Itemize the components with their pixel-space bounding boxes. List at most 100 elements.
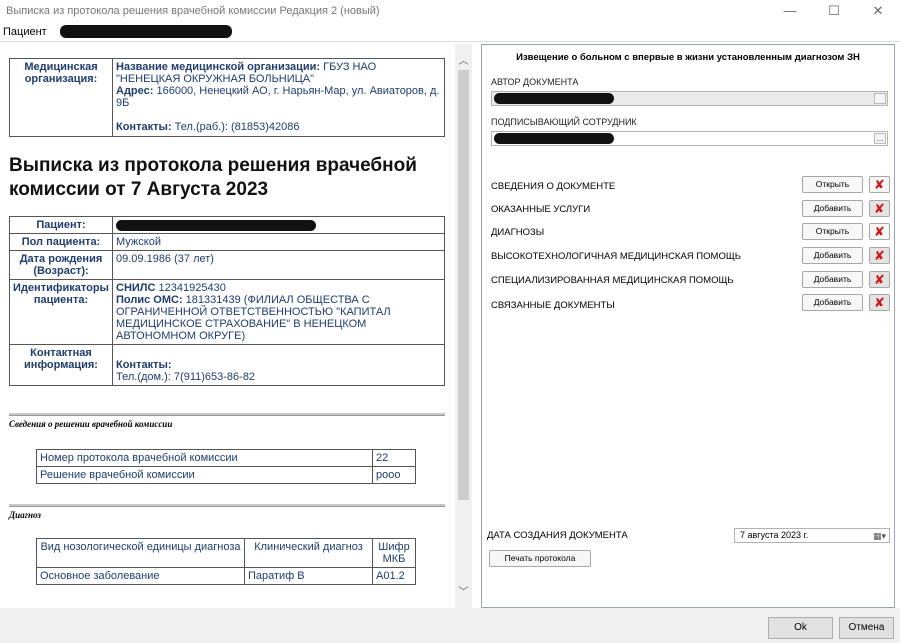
row-related-docs-label: СВЯЗАННЫЕ ДОКУМЕНТЫ <box>491 300 615 311</box>
diagnosis-header-clinical: Клинический диагноз <box>244 538 373 568</box>
row-specialized-label: СПЕЦИАЛИЗИРОВАННАЯ МЕДИЦИНСКАЯ ПОМОЩЬ <box>491 275 734 286</box>
author-label: АВТОР ДОКУМЕНТА <box>491 77 579 87</box>
open-diagnoses-button[interactable]: Открыть <box>802 223 863 240</box>
org-address-value: 166000, Ненецкий АО, г. Нарьян-Мар, ул. … <box>116 85 440 109</box>
delete-icon: ✘ <box>874 248 885 263</box>
ids-value: СНИЛС 12341925430 Полис ОМС: 181331439 (… <box>112 279 445 345</box>
diagnosis-header-code: Шифр МКБ <box>372 538 416 568</box>
open-document-info-button[interactable]: Открыть <box>802 176 863 193</box>
delete-icon: ✘ <box>874 272 885 287</box>
add-related-docs-button[interactable]: Добавить <box>802 294 863 311</box>
birth-label: Дата рождения (Возраст): <box>9 250 113 280</box>
row-hitech-label: ВЫСОКОТЕХНОЛОГИЧНАЯ МЕДИЦИНСКАЯ ПОМОЩЬ <box>491 251 741 262</box>
date-created-field[interactable]: 7 августа 2023 г. ▦▾ <box>734 528 890 543</box>
delete-document-info-button[interactable]: ✘ <box>869 176 890 193</box>
add-services-button[interactable]: Добавить <box>802 200 863 217</box>
notice-panel: Извещение о больном с впервые в жизни ус… <box>481 44 895 608</box>
contact-label: Контактная информация: <box>9 344 113 386</box>
org-contacts-label: Контакты: <box>116 121 172 133</box>
delete-icon: ✘ <box>874 295 885 310</box>
patient-name <box>112 216 445 234</box>
oms-label: Полис ОМС: <box>116 294 183 306</box>
birth-value: 09.09.1986 (37 лет) <box>112 250 445 280</box>
document-body: Медицинская организация: Название медици… <box>9 44 445 585</box>
diagnosis-clinical: Паратиф B <box>244 567 373 585</box>
commission-section-heading: Сведения о решении врачебной комиссии <box>9 419 173 429</box>
diagnosis-table: Вид нозологической единицы диагноза Клин… <box>36 538 416 585</box>
table-row: Основное заболевание Паратиф B A01.2 <box>36 567 416 585</box>
row-diagnoses-label: ДИАГНОЗЫ <box>491 227 545 238</box>
date-created-label: ДАТА СОЗДАНИЯ ДОКУМЕНТА <box>487 530 628 541</box>
sex-value: Мужской <box>112 233 445 251</box>
add-hitech-button[interactable]: Добавить <box>802 247 863 264</box>
delete-icon: ✘ <box>874 201 885 216</box>
redacted-signer <box>494 133 614 144</box>
delete-icon: ✘ <box>874 177 885 192</box>
main-window: Выписка из протокола решения врачебной к… <box>0 0 900 643</box>
delete-specialized-button[interactable]: ✘ <box>869 271 890 288</box>
window-title: Выписка из протокола решения врачебной к… <box>6 5 380 17</box>
org-info: Название медицинской организации: ГБУЗ Н… <box>112 58 445 137</box>
ids-label: Идентификаторы пациента: <box>9 279 113 345</box>
redacted-name <box>116 219 316 231</box>
author-field[interactable] <box>491 91 888 106</box>
author-picker-button[interactable] <box>874 93 886 104</box>
contact-phone: Тел.(дом.): 7(911)653-86-82 <box>116 371 256 383</box>
title-bar: Выписка из протокола решения врачебной к… <box>0 0 900 22</box>
patient-label: Пациент: <box>9 216 113 234</box>
ok-button[interactable]: Ok <box>768 617 833 639</box>
commission-row-value: 22 <box>372 449 416 467</box>
sex-label: Пол пациента: <box>9 233 113 251</box>
diagnosis-section: Диагноз Вид нозологической единицы диагн… <box>9 504 445 585</box>
diagnosis-kind: Основное заболевание <box>36 567 245 585</box>
delete-services-button[interactable]: ✘ <box>869 200 890 217</box>
scroll-down-icon[interactable]: ﹀ <box>455 585 472 601</box>
diagnosis-code: A01.2 <box>372 567 416 585</box>
scroll-up-icon[interactable]: ︿ <box>455 54 472 70</box>
delete-diagnoses-button[interactable]: ✘ <box>869 223 890 240</box>
table-row: Номер протокола врачебной комиссии 22 <box>36 449 416 467</box>
redacted-author <box>494 93 614 104</box>
row-services-label: ОКАЗАННЫЕ УСЛУГИ <box>491 204 591 215</box>
calendar-dropdown-icon[interactable]: ▦▾ <box>873 530 886 543</box>
snils-label: СНИЛС <box>116 282 156 294</box>
table-header-row: Вид нозологической единицы диагноза Клин… <box>36 538 416 568</box>
table-row: Решение врачебной комиссии рооо <box>36 466 416 484</box>
org-contacts-value: Тел.(раб.): (81853)42086 <box>174 121 300 133</box>
delete-related-docs-button[interactable]: ✘ <box>869 294 890 311</box>
tab-bar: Пациент <box>0 22 900 42</box>
signer-field[interactable]: ... <box>491 131 888 146</box>
contact-value: Контакты: Тел.(дом.): 7(911)653-86-82 <box>112 344 445 386</box>
date-created-value: 7 августа 2023 г. <box>740 530 809 540</box>
patient-table: Пациент: Пол пациента: Мужской Дата рожд… <box>9 216 445 386</box>
commission-section: Диагноз Сведения о решении врачебной ком… <box>9 413 445 484</box>
delete-hitech-button[interactable]: ✘ <box>869 247 890 264</box>
tab-patient[interactable]: Пациент <box>3 26 47 38</box>
close-button[interactable]: ✕ <box>856 0 900 22</box>
org-address-label: Адрес: <box>116 85 154 97</box>
dialog-button-bar: Ok Отмена <box>0 608 900 643</box>
contact-title: Контакты: <box>116 359 172 371</box>
commission-row-name: Номер протокола врачебной комиссии <box>36 449 373 467</box>
redacted-patient-name <box>60 25 232 38</box>
section-divider <box>9 504 445 507</box>
section-divider <box>9 413 445 416</box>
minimize-button[interactable]: — <box>768 0 812 22</box>
row-document-info-label: СВЕДЕНИЯ О ДОКУМЕНТЕ <box>491 181 616 192</box>
org-table: Медицинская организация: Название медици… <box>9 58 445 137</box>
delete-icon: ✘ <box>874 224 885 239</box>
scrollbar-thumb[interactable] <box>458 70 469 500</box>
notice-title: Извещение о больном с впервые в жизни ус… <box>516 52 860 63</box>
signer-picker-button[interactable]: ... <box>874 133 886 144</box>
commission-table: Номер протокола врачебной комиссии 22 Ре… <box>36 449 416 484</box>
signer-label: ПОДПИСЫВАЮЩИЙ СОТРУДНИК <box>491 117 637 127</box>
document-preview[interactable]: Медицинская организация: Название медици… <box>0 44 472 608</box>
diagnosis-header-kind: Вид нозологической единицы диагноза <box>36 538 245 568</box>
commission-row-name: Решение врачебной комиссии <box>36 466 373 484</box>
org-name-label: Название медицинской организации: <box>116 61 321 73</box>
cancel-button[interactable]: Отмена <box>839 617 894 639</box>
document-title: Выписка из протокола решения врачебной к… <box>9 155 417 200</box>
add-specialized-button[interactable]: Добавить <box>802 271 863 288</box>
print-protocol-button[interactable]: Печать протокола <box>489 550 591 567</box>
maximize-button[interactable]: ☐ <box>812 0 856 22</box>
